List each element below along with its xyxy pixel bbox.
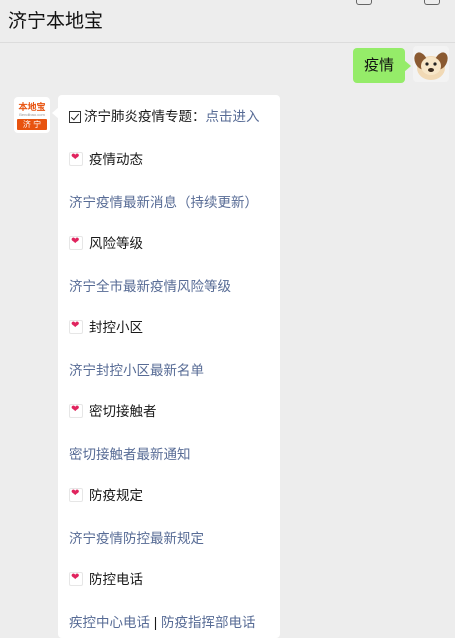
section-heading: 密切接触者 [69,400,157,420]
cdc-phone-link[interactable]: 疾控中心电话 [69,615,150,630]
user-message-bubble[interactable]: 疫情 [352,48,412,83]
section-heading: 疫情动态 [69,148,143,168]
section-heading: 防控电话 [69,568,143,588]
chat-title: 济宁本地宝 [8,11,104,32]
dog-avatar-icon [414,52,448,80]
topic-label: 济宁肺炎疫情专题： [84,109,206,124]
section-heading: 风险等级 [69,232,143,252]
more-options-icon[interactable] [424,0,440,5]
section-heading-text: 风险等级 [89,236,143,251]
section-link[interactable]: 济宁封控小区最新名单 [69,359,204,379]
link-separator: | [153,615,158,630]
heart-icon [69,488,83,502]
heart-icon [69,152,83,166]
section-link[interactable]: 密切接触者最新通知 [69,443,191,463]
section-link[interactable]: 济宁疫情防控最新规定 [69,527,204,547]
section-heading-text: 防控电话 [89,572,143,587]
section-heading: 防疫规定 [69,484,143,504]
checkbox-icon [69,111,81,123]
user-avatar[interactable] [413,46,449,82]
phone-links-line: 疾控中心电话 | 防疫指挥部电话 [69,611,256,631]
section-heading-text: 封控小区 [89,320,143,335]
heart-icon [69,320,83,334]
section-heading-text: 密切接触者 [89,404,157,419]
hq-phone-link[interactable]: 防疫指挥部电话 [161,615,256,630]
heart-icon [69,404,83,418]
header-divider [0,42,455,43]
avatar-city-tag: 济 宁 [17,119,47,130]
topic-line: 济宁肺炎疫情专题：点击进入 [69,105,260,125]
heart-icon [69,572,83,586]
topic-link[interactable]: 点击进入 [206,109,260,124]
voice-call-icon[interactable] [356,0,372,5]
avatar-logo-sub: Bendibao.com [19,112,45,117]
section-heading: 封控小区 [69,316,143,336]
section-link[interactable]: 济宁全市最新疫情风险等级 [69,275,231,295]
section-link[interactable]: 济宁疫情最新消息（持续更新） [69,191,258,211]
bot-avatar[interactable]: 本地宝 Bendibao.com 济 宁 [14,97,50,133]
section-heading-text: 疫情动态 [89,152,143,167]
bot-message-bubble: 济宁肺炎疫情专题：点击进入 疫情动态 济宁疫情最新消息（持续更新） 风险等级 济… [52,95,280,638]
heart-icon [69,236,83,250]
section-heading-text: 防疫规定 [89,488,143,503]
chat-header: 济宁本地宝 [0,0,455,42]
